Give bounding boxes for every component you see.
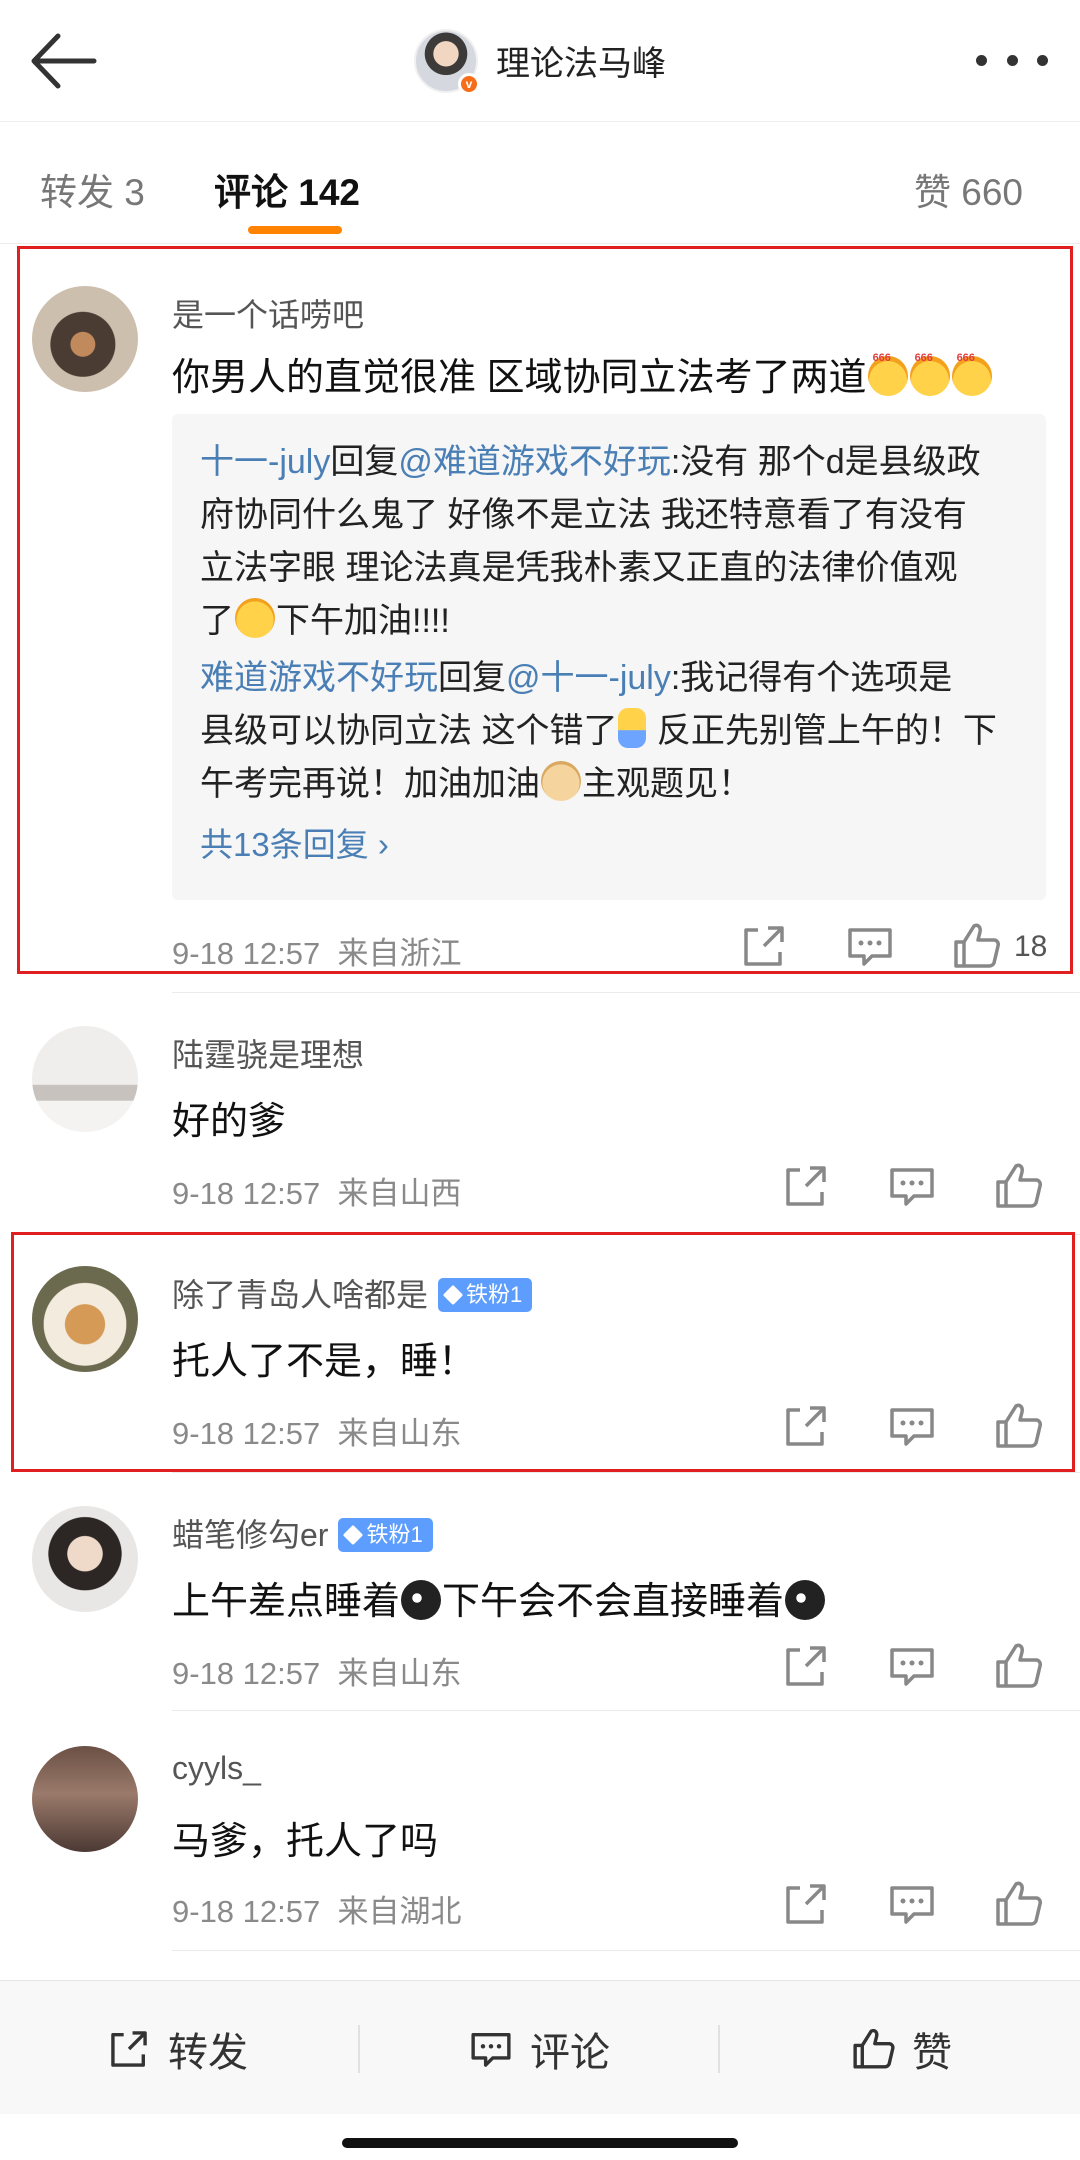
reply-preview-box[interactable]: 十一-july回复@难道游戏不好玩:没有 那个d是县级政 府协同什么鬼了 好像不… [172, 414, 1046, 900]
top-navigation-bar: v 理论法马峰 [0, 0, 1080, 122]
comment-meta: 9-18 12:57 来自山东 [172, 1416, 462, 1451]
diamond-icon [442, 1284, 464, 1305]
emoji-cry-icon [235, 598, 275, 638]
comment-button[interactable]: 评论 [466, 2021, 610, 2077]
emoji-sleepy-icon [785, 1580, 826, 1620]
tab-repost[interactable]: 转发 3 [40, 162, 145, 216]
comment-text: 上午差点睡着 下午会不会直接睡着 [172, 1570, 826, 1625]
comment-meta: 9-18 12:57 来自湖北 [172, 1894, 462, 1929]
page-title: 理论法马峰 [496, 45, 666, 83]
divider [172, 1472, 1080, 1473]
comment-username[interactable]: cyyls_ [172, 1750, 261, 1787]
tab-likes[interactable]: 赞 660 [914, 162, 1023, 216]
comment-text: 你男人的直觉很准 区域协同立法考了两道 [172, 346, 993, 401]
divider [718, 2025, 720, 2073]
reply-text-line: 县级可以协同立法 这个错了 反正先别管上午的！下 [200, 705, 1018, 758]
reply-text-line: 了下午加油!!!! [200, 595, 1018, 648]
divider [172, 1710, 1080, 1711]
emoji-666-icon [951, 352, 992, 396]
reply-text-line: 府协同什么鬼了 好像不是立法 我还特意看了有没有 [200, 496, 967, 534]
bottom-action-bar: 转发 评论 赞 [0, 1980, 1080, 2114]
avatar[interactable] [32, 286, 138, 392]
fan-level-badge: 铁粉1 [438, 1277, 533, 1312]
arrow-left-icon[interactable] [24, 28, 108, 94]
comment-text: 托人了不是，睡！ [172, 1341, 477, 1383]
emoji-doge-icon [541, 761, 581, 801]
share-icon[interactable] [778, 1398, 834, 1454]
comment-icon[interactable] [884, 1876, 940, 1932]
divider [172, 1950, 1080, 1951]
mention-link[interactable]: @难道游戏不好玩 [398, 443, 671, 481]
comment-username[interactable]: 蜡笔修勾er 铁粉1 [172, 1510, 433, 1556]
comment-username[interactable]: 除了青岛人啥都是 铁粉1 [172, 1270, 533, 1316]
like-icon[interactable] [990, 1638, 1046, 1694]
comment-meta: 9-18 12:57 来自山西 [172, 1176, 462, 1211]
fan-level-badge: 铁粉1 [338, 1517, 433, 1552]
post-author[interactable]: v 理论法马峰 [414, 28, 666, 95]
like-icon [853, 2028, 895, 2069]
like-icon[interactable] [990, 1398, 1046, 1454]
active-tab-indicator [248, 226, 342, 234]
tab-comments[interactable]: 评论 142 [214, 162, 360, 216]
divider [172, 1234, 1080, 1235]
reply-text-line: 午考完再说！加油加油 主观题见！ [200, 758, 1018, 811]
like-icon[interactable] [990, 1876, 1046, 1932]
view-more-replies-link[interactable]: 共13条回复 › [200, 818, 389, 866]
like-icon[interactable] [990, 1158, 1046, 1214]
share-icon [111, 2031, 147, 2067]
comment-username[interactable]: 是一个话唠吧 [172, 290, 364, 336]
more-dots-icon[interactable] [970, 40, 1054, 80]
reply-item: 难道游戏不好玩回复@十一-july:我记得有个选项是 [200, 659, 953, 697]
like-icon[interactable] [948, 918, 1004, 974]
comment-text: 好的爹 [172, 1101, 287, 1143]
repost-button[interactable]: 转发 [104, 2021, 248, 2077]
diamond-icon [343, 1524, 364, 1545]
tab-bar: 转发 3 评论 142 赞 660 [0, 122, 1080, 244]
emoji-666-icon [909, 352, 950, 396]
emoji-sleepy-icon [401, 1580, 442, 1620]
like-count: 18 [1014, 930, 1048, 963]
emoji-sweat-icon [618, 708, 647, 748]
emoji-666-icon [867, 352, 908, 396]
reply-item: 十一-july回复@难道游戏不好玩:没有 那个d是县级政 [200, 443, 981, 481]
share-icon[interactable] [778, 1158, 834, 1214]
avatar[interactable] [32, 1266, 138, 1372]
divider [358, 2025, 360, 2073]
verified-badge-icon: v [458, 72, 480, 95]
avatar[interactable] [32, 1506, 138, 1612]
share-icon[interactable] [778, 1638, 834, 1694]
comment-icon [471, 2033, 511, 2067]
reply-author-link[interactable]: 十一-july [200, 443, 330, 481]
like-button[interactable]: 赞 [848, 2021, 952, 2077]
share-icon[interactable] [736, 918, 792, 974]
comment-meta: 9-18 12:57 来自山东 [172, 1656, 462, 1691]
home-indicator[interactable] [342, 2138, 738, 2148]
author-avatar[interactable]: v [414, 28, 480, 95]
comment-text: 马爹，托人了吗 [172, 1821, 439, 1863]
comment-icon[interactable] [842, 918, 898, 974]
reply-text-line: 立法字眼 理论法真是凭我朴素又正直的法律价值观 [200, 549, 958, 587]
divider [172, 992, 1080, 993]
share-icon[interactable] [778, 1876, 834, 1932]
comment-icon[interactable] [884, 1638, 940, 1694]
mention-link[interactable]: @十一-july [506, 659, 671, 697]
comment-icon[interactable] [884, 1158, 940, 1214]
avatar[interactable] [32, 1746, 138, 1852]
reply-author-link[interactable]: 难道游戏不好玩 [200, 659, 438, 697]
comment-meta: 9-18 12:57 来自浙江 [172, 936, 462, 971]
comment-username[interactable]: 陆霆骁是理想 [172, 1030, 364, 1076]
avatar[interactable] [32, 1026, 138, 1132]
comment-icon[interactable] [884, 1398, 940, 1454]
